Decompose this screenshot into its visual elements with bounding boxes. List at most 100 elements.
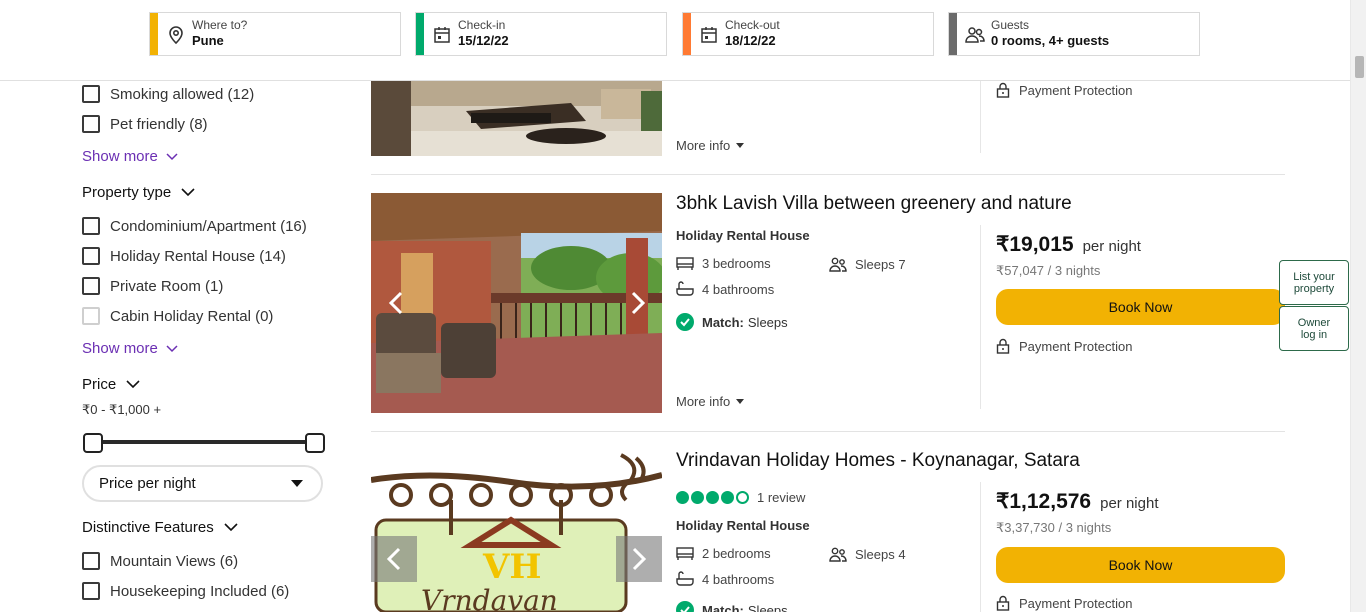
lock-icon <box>996 82 1010 98</box>
chevron-right-icon <box>631 291 646 315</box>
property-type-heading[interactable]: Property type <box>82 184 195 201</box>
guests-icon <box>829 547 847 562</box>
payment-protection: Payment Protection <box>996 82 1132 98</box>
guests-field[interactable]: Guests 0 rooms, 4+ guests <box>948 12 1200 56</box>
filter-smoking-allowed[interactable]: Smoking allowed (12) <box>82 83 254 105</box>
listing-title[interactable]: Vrindavan Holiday Homes - Koynanagar, Sa… <box>676 450 1080 472</box>
filter-label: Mountain Views (6) <box>110 552 239 570</box>
checkin-field[interactable]: Check-in 15/12/22 <box>415 12 667 56</box>
checkbox[interactable] <box>82 552 100 570</box>
photo-next-arrow[interactable] <box>615 280 661 326</box>
calendar-icon <box>701 27 717 43</box>
book-now-button[interactable]: Book Now <box>996 547 1285 583</box>
bathrooms-label: 4 bathrooms <box>702 571 775 587</box>
guests-accent <box>949 13 957 55</box>
bathtub-icon <box>676 571 694 586</box>
checkbox[interactable] <box>82 247 100 265</box>
sleeps: Sleeps 4 <box>829 546 906 562</box>
checkout-field[interactable]: Check-out 18/12/22 <box>682 12 934 56</box>
listing-separator <box>371 174 1285 175</box>
distinctive-features-heading[interactable]: Distinctive Features <box>82 519 238 536</box>
price-amount: ₹19,015 <box>996 233 1074 256</box>
filter-label: Cabin Holiday Rental (0) <box>110 307 274 325</box>
scrollbar-thumb[interactable] <box>1355 56 1364 78</box>
svg-text:VH: VH <box>482 547 542 587</box>
match-sleeps: Match: Sleeps <box>676 601 788 612</box>
chevron-down-icon <box>166 344 178 352</box>
bathrooms: 4 bathrooms <box>676 281 774 297</box>
lock-icon <box>996 595 1010 611</box>
filter-mountain-views[interactable]: Mountain Views (6) <box>82 550 238 572</box>
show-more-label: Show more <box>82 148 158 165</box>
more-info-label: More info <box>676 394 731 409</box>
checkbox[interactable] <box>82 217 100 235</box>
vrindavan-sign-photo: VH Vrndavan <box>371 450 662 612</box>
show-more-property-type[interactable]: Show more <box>82 340 178 357</box>
rating-bubble-full <box>706 491 719 504</box>
list-your-property-button[interactable]: List your property <box>1279 260 1349 305</box>
photo-prev-arrow[interactable] <box>371 536 417 582</box>
show-more-amenities[interactable]: Show more <box>82 148 178 165</box>
listing-photo[interactable] <box>371 81 662 156</box>
card-divider <box>980 225 981 409</box>
bed-icon <box>676 546 694 560</box>
filter-holiday-rental-house[interactable]: Holiday Rental House (14) <box>82 245 286 267</box>
bedrooms: 3 bedrooms <box>676 256 771 271</box>
rating-bubble-full <box>676 491 689 504</box>
listing-photo[interactable]: VH Vrndavan <box>371 450 662 612</box>
photo-next-arrow[interactable] <box>616 536 662 582</box>
chevron-down-icon <box>181 188 195 197</box>
book-now-button[interactable]: Book Now <box>996 289 1285 325</box>
check-circle-icon <box>676 313 694 331</box>
living-room-photo <box>371 81 662 156</box>
card-divider <box>980 81 981 153</box>
owner-login-label: Owner log in <box>1297 316 1331 341</box>
checkbox[interactable] <box>82 115 100 133</box>
more-info-link[interactable]: More info <box>676 394 748 409</box>
photo-prev-arrow[interactable] <box>373 280 419 326</box>
nightly-price: ₹19,015 per night <box>996 232 1141 257</box>
listing-title[interactable]: 3bhk Lavish Villa between greenery and n… <box>676 193 1072 215</box>
chevron-left-icon <box>386 547 401 571</box>
caret-down-icon <box>736 142 745 148</box>
checkin-value: 15/12/22 <box>458 33 509 48</box>
price-slider-max-handle[interactable] <box>305 433 325 453</box>
card-divider <box>980 482 981 612</box>
total-price: ₹57,047 / 3 nights <box>996 263 1101 278</box>
price-per-night-select[interactable]: Price per night <box>82 465 323 502</box>
calendar-icon <box>434 27 450 43</box>
checkout-accent <box>683 13 691 55</box>
price-range-label: ₹0 - ₹1,000 + <box>82 402 162 417</box>
guests-icon <box>965 27 985 43</box>
where-to-field[interactable]: Where to? Pune <box>149 12 401 56</box>
checkin-accent <box>416 13 424 55</box>
bedrooms: 2 bedrooms <box>676 546 771 561</box>
review-count: 1 review <box>757 490 806 505</box>
filter-private-room[interactable]: Private Room (1) <box>82 275 223 297</box>
price-heading[interactable]: Price <box>82 376 140 393</box>
filter-condominium[interactable]: Condominium/Apartment (16) <box>82 215 307 237</box>
checkbox[interactable] <box>82 582 100 600</box>
section-title: Property type <box>82 184 172 201</box>
rating-bubbles[interactable]: 1 review <box>676 490 805 505</box>
caret-down-icon <box>291 480 303 487</box>
page-scrollbar[interactable] <box>1350 0 1366 612</box>
checkbox[interactable] <box>82 85 100 103</box>
filter-housekeeping-included[interactable]: Housekeeping Included (6) <box>82 580 289 602</box>
location-pin-icon <box>169 26 183 45</box>
more-info-link[interactable]: More info <box>676 138 748 153</box>
sleeps-label: Sleeps 4 <box>855 546 906 562</box>
checkbox[interactable] <box>82 277 100 295</box>
filter-pet-friendly[interactable]: Pet friendly (8) <box>82 113 208 135</box>
owner-login-button[interactable]: Owner log in <box>1279 306 1349 351</box>
section-title: Price <box>82 376 117 393</box>
bathrooms: 4 bathrooms <box>676 571 774 587</box>
filter-label: Smoking allowed (12) <box>110 85 255 103</box>
price-slider-min-handle[interactable] <box>83 433 103 453</box>
payment-protection-label: Payment Protection <box>1019 82 1133 98</box>
payment-protection: Payment Protection <box>996 338 1132 354</box>
bathtub-icon <box>676 281 694 296</box>
price-slider-track[interactable] <box>84 440 320 444</box>
filter-label: Housekeeping Included (6) <box>110 582 290 600</box>
caret-down-icon <box>736 398 745 404</box>
